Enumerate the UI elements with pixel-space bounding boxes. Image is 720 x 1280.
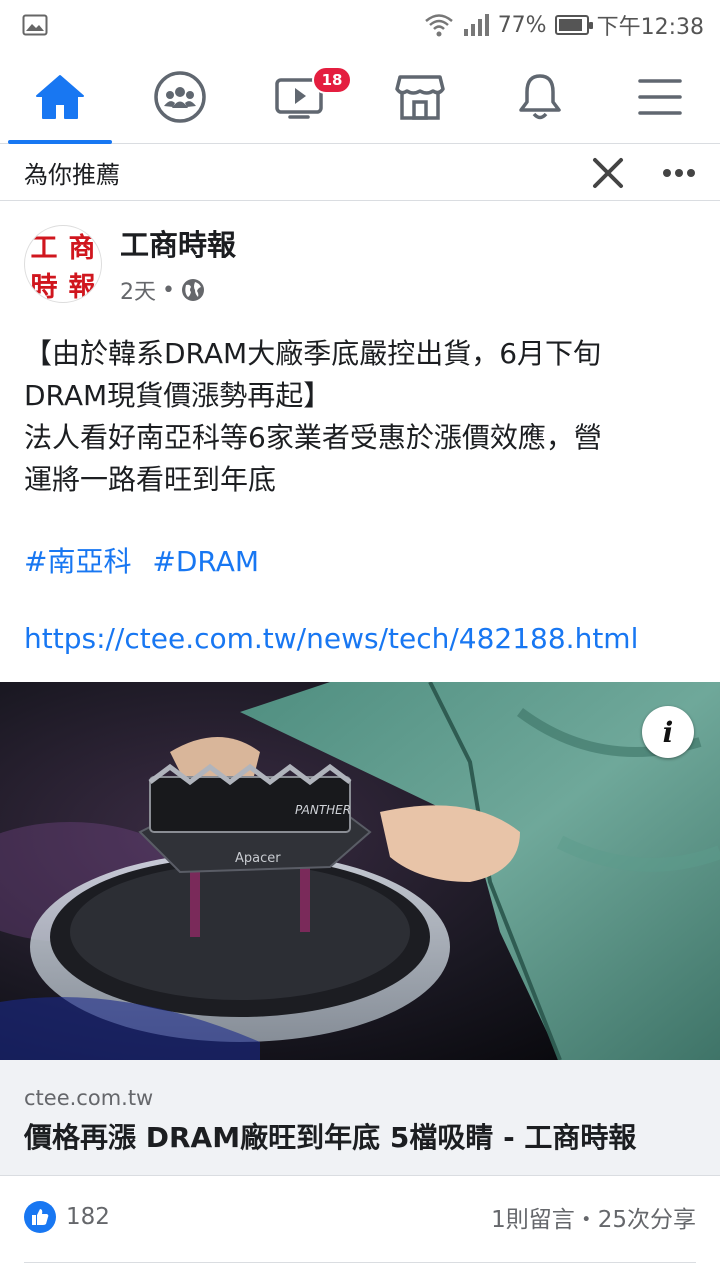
logo-char: 商 bbox=[68, 233, 96, 264]
globe-icon bbox=[181, 279, 204, 301]
post-time[interactable]: 2天 bbox=[120, 274, 156, 306]
tab-watch[interactable]: 18 bbox=[240, 50, 360, 143]
signal-icon bbox=[463, 14, 489, 36]
battery-percent: 77% bbox=[497, 12, 547, 38]
hamburger-menu-icon bbox=[638, 78, 682, 115]
reactions-bar: 182 1則留言・25次分享 bbox=[24, 1200, 696, 1234]
hashtag-link[interactable]: #DRAM bbox=[152, 545, 259, 578]
preview-domain: ctee.com.tw bbox=[24, 1086, 154, 1110]
tab-home[interactable] bbox=[0, 50, 120, 144]
like-reaction-icon[interactable] bbox=[24, 1201, 56, 1233]
post-body: 【由於韓系DRAM大廠季底嚴控出貨，6月下旬 DRAM現貨價漲勢再起】 法人看好… bbox=[24, 333, 704, 501]
logo-char: 工 bbox=[30, 233, 58, 264]
post-text-line: 運將一路看旺到年底 bbox=[24, 463, 277, 496]
post-header: 工 商 時 報 工商時報 2天 • bbox=[24, 222, 236, 306]
tab-notifications[interactable] bbox=[480, 50, 600, 143]
post-text-line: DRAM現貨價漲勢再起】 bbox=[24, 379, 332, 412]
page-avatar[interactable]: 工 商 時 報 bbox=[24, 225, 102, 303]
more-options-icon[interactable] bbox=[662, 168, 696, 178]
notification-badge: 18 bbox=[312, 66, 352, 94]
info-icon[interactable]: i bbox=[642, 706, 694, 758]
wifi-icon bbox=[424, 14, 453, 37]
groups-icon bbox=[154, 70, 206, 123]
hashtag-link[interactable]: #南亞科 bbox=[24, 545, 131, 578]
clock: 下午12:38 bbox=[596, 15, 704, 40]
close-icon[interactable] bbox=[592, 157, 624, 189]
thumbs-up-icon bbox=[32, 1209, 49, 1225]
module-brand-label: PANTHER bbox=[295, 803, 351, 817]
post-image[interactable]: PANTHER Apacer i bbox=[0, 682, 720, 1060]
recommended-label: 為你推薦 bbox=[24, 161, 120, 189]
separator-dot: • bbox=[162, 277, 175, 303]
post-url-link[interactable]: https://ctee.com.tw/news/tech/482188.htm… bbox=[24, 622, 638, 655]
tab-marketplace[interactable] bbox=[360, 50, 480, 143]
logo-char: 時 bbox=[30, 272, 58, 303]
divider bbox=[24, 1262, 696, 1263]
status-bar: 77% 下午12:38 bbox=[0, 0, 720, 50]
dram-module-photo: PANTHER Apacer bbox=[0, 682, 720, 1060]
bell-icon bbox=[519, 73, 561, 119]
apacer-label: Apacer bbox=[235, 851, 281, 866]
comments-shares-count[interactable]: 1則留言・25次分享 bbox=[491, 1200, 696, 1234]
top-nav: 18 bbox=[0, 50, 720, 144]
home-icon bbox=[36, 74, 84, 119]
page-name[interactable]: 工商時報 bbox=[120, 222, 236, 264]
hashtags: #南亞科 #DRAM bbox=[24, 540, 271, 580]
store-icon bbox=[395, 74, 445, 120]
recommended-header: 為你推薦 bbox=[0, 145, 720, 201]
battery-icon bbox=[554, 15, 593, 35]
tab-menu[interactable] bbox=[600, 50, 720, 143]
tab-groups[interactable] bbox=[120, 50, 240, 143]
post-text-line: 法人看好南亞科等6家業者受惠於漲價效應，營 bbox=[24, 421, 602, 454]
like-count[interactable]: 182 bbox=[66, 1204, 110, 1230]
post-text-line: 【由於韓系DRAM大廠季底嚴控出貨，6月下旬 bbox=[24, 337, 602, 370]
gallery-notification-icon bbox=[22, 14, 48, 36]
logo-char: 報 bbox=[68, 272, 96, 303]
preview-title: 價格再漲 DRAM廠旺到年底 5檔吸睛 - 工商時報 bbox=[24, 1121, 637, 1154]
link-preview[interactable]: ctee.com.tw 價格再漲 DRAM廠旺到年底 5檔吸睛 - 工商時報 bbox=[0, 1060, 720, 1176]
